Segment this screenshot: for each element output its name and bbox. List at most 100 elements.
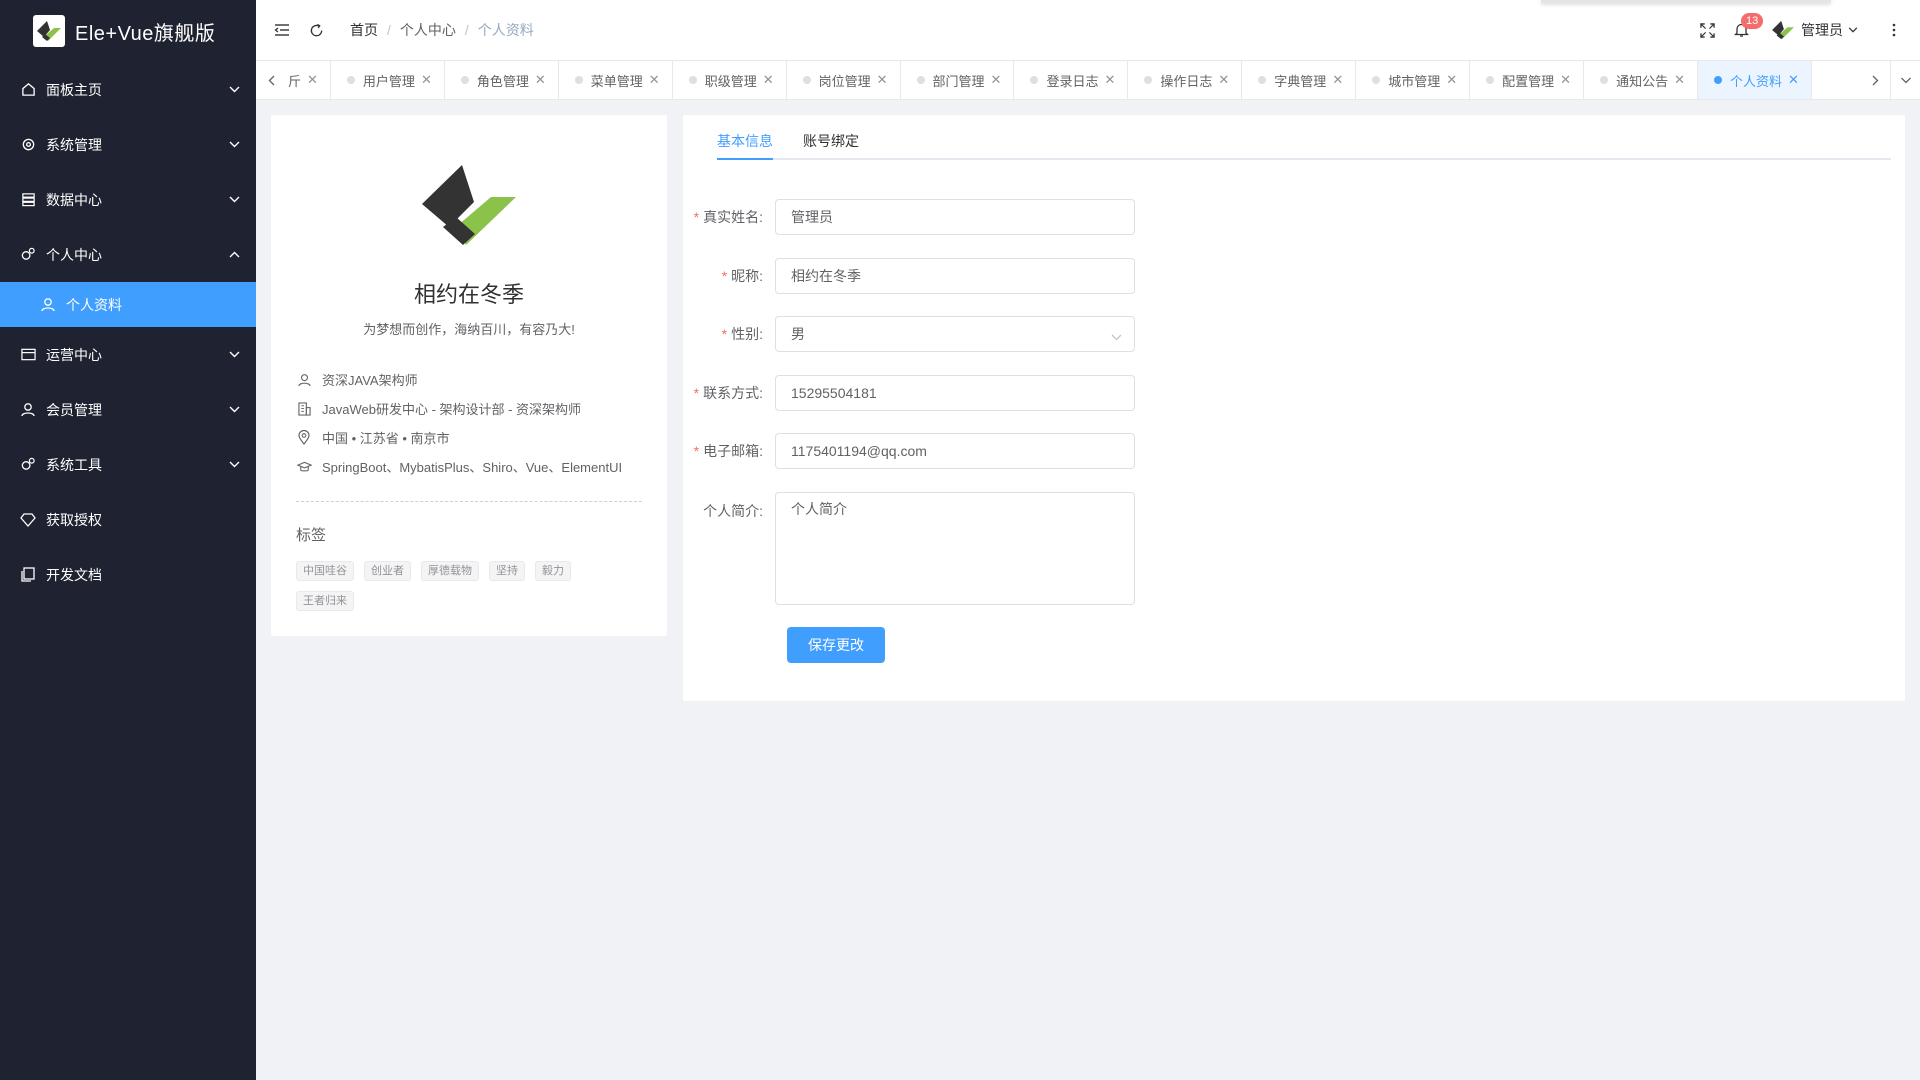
intro-textarea[interactable]: 个人简介 bbox=[775, 492, 1135, 605]
close-icon[interactable]: ✕ bbox=[307, 72, 318, 88]
profile-avatar bbox=[419, 160, 519, 250]
tab-label: 操作日志 bbox=[1160, 73, 1213, 89]
tabs-scroll-right-icon[interactable] bbox=[1860, 61, 1890, 99]
close-icon[interactable]: ✕ bbox=[421, 72, 432, 88]
chevron-down-icon bbox=[228, 84, 240, 96]
close-icon[interactable]: ✕ bbox=[1218, 72, 1229, 88]
info-text: 中国 • 江苏省 • 南京市 bbox=[322, 431, 450, 446]
nickname-input[interactable]: 相约在冬季 bbox=[775, 258, 1135, 294]
user-menu[interactable]: 管理员 bbox=[1771, 20, 1858, 40]
tab-notice[interactable]: 通知公告 ✕ bbox=[1584, 61, 1698, 99]
tag: 厚德载物 bbox=[421, 561, 479, 581]
realname-input[interactable]: 管理员 bbox=[775, 199, 1135, 235]
tab-post-management[interactable]: 岗位管理 ✕ bbox=[787, 61, 901, 99]
notification-bell-icon[interactable]: 13 bbox=[1731, 13, 1764, 40]
tab-basic-info[interactable]: 基本信息 bbox=[717, 115, 773, 160]
location-icon bbox=[296, 430, 312, 446]
sidebar-item-label: 系统管理 bbox=[46, 136, 102, 153]
close-icon[interactable]: ✕ bbox=[877, 72, 888, 88]
tab-label: 角色管理 bbox=[476, 73, 529, 89]
breadcrumb-home[interactable]: 首页 bbox=[350, 20, 378, 40]
tab-label: 通知公告 bbox=[1616, 73, 1669, 89]
close-icon[interactable]: ✕ bbox=[991, 72, 1002, 88]
tag: 毅力 bbox=[535, 561, 571, 581]
tab-dept-management[interactable]: 部门管理 ✕ bbox=[901, 61, 1015, 99]
close-icon[interactable]: ✕ bbox=[763, 72, 774, 88]
sidebar-item-label: 面板主页 bbox=[46, 81, 102, 98]
tabs-menu-chevron-down-icon[interactable] bbox=[1890, 61, 1920, 99]
logo-icon bbox=[33, 15, 65, 47]
tab-config-management[interactable]: 配置管理 ✕ bbox=[1470, 61, 1585, 99]
tab-label: 职级管理 bbox=[704, 73, 757, 89]
notification-badge: 13 bbox=[1741, 13, 1764, 29]
close-icon[interactable]: ✕ bbox=[535, 72, 546, 88]
tab-dict-management[interactable]: 字典管理 ✕ bbox=[1242, 61, 1357, 99]
sidebar-subitem-profile[interactable]: 个人资料 bbox=[0, 282, 256, 327]
user-avatar bbox=[1771, 20, 1795, 40]
tab-login-log[interactable]: 登录日志 ✕ bbox=[1014, 61, 1129, 99]
form-row-nickname: * 昵称: 相约在冬季 bbox=[683, 258, 1135, 294]
refresh-icon[interactable] bbox=[306, 20, 326, 40]
info-row-department: JavaWeb研发中心 - 架构设计部 - 资深架构师 bbox=[296, 394, 656, 423]
tab-menu-management[interactable]: 菜单管理 ✕ bbox=[559, 61, 673, 99]
app-title: Ele+Vue旗舰版 bbox=[75, 22, 216, 45]
info-row-title: 资深JAVA架构师 bbox=[296, 365, 656, 394]
close-icon[interactable]: ✕ bbox=[1104, 72, 1115, 88]
tab-label: 城市管理 bbox=[1388, 73, 1441, 89]
realname-label: * 真实姓名: bbox=[693, 209, 763, 225]
tab-rank-management[interactable]: 职级管理 ✕ bbox=[673, 61, 787, 99]
card-icon bbox=[20, 347, 36, 363]
tabs-bar: 斤 ✕ 用户管理 ✕ 角色管理 ✕ 菜单管理 ✕ 职级管理 ✕ 岗位管理 ✕ 部门管理 ✕ 登… bbox=[256, 60, 1920, 100]
sidebar-item-data[interactable]: 数据中心 bbox=[0, 172, 256, 227]
save-button[interactable]: 保存更改 bbox=[787, 627, 885, 663]
email-input[interactable]: 1175401194@qq.com bbox=[775, 433, 1135, 469]
sidebar: Ele+Vue旗舰版 面板主页 系统管理 数据中心 个人中心 个人资料 运营中心… bbox=[0, 0, 256, 1080]
tab-role-management[interactable]: 角色管理 ✕ bbox=[445, 61, 559, 99]
collapse-menu-icon[interactable] bbox=[272, 20, 292, 40]
profile-divider bbox=[296, 501, 642, 502]
form-row-intro: 个人简介: 个人简介 bbox=[683, 492, 1135, 605]
tab-label: 用户管理 bbox=[362, 73, 415, 89]
sidebar-item-license[interactable]: 获取授权 bbox=[0, 492, 256, 547]
sidebar-item-dashboard[interactable]: 面板主页 bbox=[0, 62, 256, 117]
sidebar-item-operations[interactable]: 运营中心 bbox=[0, 327, 256, 382]
logo[interactable]: Ele+Vue旗舰版 bbox=[0, 0, 256, 62]
fullscreen-icon[interactable] bbox=[1697, 20, 1717, 40]
tab-profile[interactable]: 个人资料 ✕ bbox=[1697, 61, 1812, 99]
mobile-input[interactable]: 15295504181 bbox=[775, 375, 1135, 411]
close-icon[interactable]: ✕ bbox=[1674, 72, 1685, 88]
user-icon bbox=[20, 402, 36, 418]
tab-operation-log[interactable]: 操作日志 ✕ bbox=[1128, 61, 1243, 99]
user-icon bbox=[296, 372, 312, 388]
chevron-down-icon bbox=[1111, 328, 1122, 344]
close-icon[interactable]: ✕ bbox=[1560, 72, 1571, 88]
tab-city-management[interactable]: 城市管理 ✕ bbox=[1356, 61, 1471, 99]
tab-label: 个人资料 bbox=[1729, 73, 1782, 89]
profile-info-list: 资深JAVA架构师 JavaWeb研发中心 - 架构设计部 - 资深架构师 中国… bbox=[296, 365, 656, 481]
close-icon[interactable]: ✕ bbox=[1788, 72, 1799, 88]
mobile-label: * 联系方式: bbox=[693, 385, 763, 401]
close-icon[interactable]: ✕ bbox=[1446, 72, 1457, 88]
gender-select[interactable]: 男 bbox=[775, 316, 1135, 352]
tabs-scroll-left-icon[interactable] bbox=[256, 61, 286, 99]
sidebar-item-system[interactable]: 系统管理 bbox=[0, 117, 256, 172]
close-icon[interactable]: ✕ bbox=[1332, 72, 1343, 88]
sidebar-item-personal[interactable]: 个人中心 bbox=[0, 227, 256, 282]
document-icon bbox=[20, 567, 36, 583]
username: 管理员 bbox=[1801, 22, 1843, 38]
gears-icon bbox=[20, 247, 36, 263]
tab-partial[interactable]: 斤 ✕ bbox=[286, 61, 331, 99]
tab-label: 配置管理 bbox=[1502, 73, 1555, 89]
gender-label: * 性别: bbox=[721, 326, 763, 342]
sidebar-subitem-label: 个人资料 bbox=[66, 296, 122, 313]
email-label: * 电子邮箱: bbox=[693, 443, 763, 459]
sidebar-item-docs[interactable]: 开发文档 bbox=[0, 547, 256, 602]
sidebar-item-members[interactable]: 会员管理 bbox=[0, 382, 256, 437]
breadcrumb-personal-center[interactable]: 个人中心 bbox=[400, 20, 456, 40]
sidebar-item-tools[interactable]: 系统工具 bbox=[0, 437, 256, 492]
tab-account-binding[interactable]: 账号绑定 bbox=[803, 115, 859, 160]
tab-user-management[interactable]: 用户管理 ✕ bbox=[331, 61, 445, 99]
more-vertical-icon[interactable] bbox=[1884, 20, 1904, 40]
close-icon[interactable]: ✕ bbox=[649, 72, 660, 88]
sidebar-item-label: 获取授权 bbox=[46, 511, 102, 528]
